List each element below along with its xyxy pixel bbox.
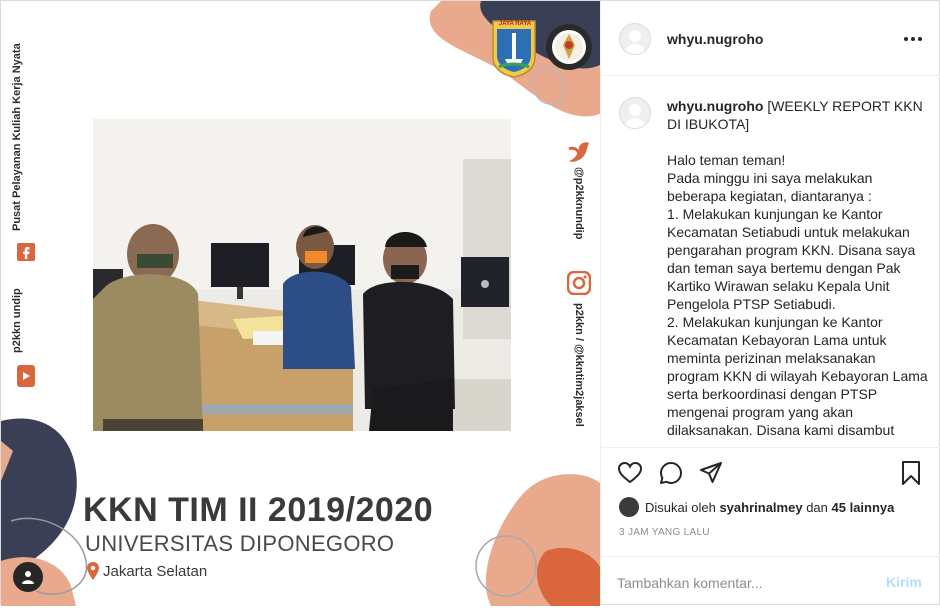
post-sidebar: whyu.nugroho whyu.nugroho [WEEKLY REPORT… (601, 1, 940, 606)
add-comment-bar: Kirim (601, 556, 940, 608)
decorative-blob-small-left (1, 441, 13, 481)
instagram-icon (567, 271, 591, 295)
logo-caption: JAYA RAYA (498, 21, 532, 27)
post-title: KKN TIM II 2019/2020 (83, 491, 434, 529)
share-button[interactable] (698, 460, 724, 486)
caption-body: Halo teman teman! Pada minggu ini saya m… (667, 152, 928, 438)
facebook-icon (17, 243, 35, 261)
post-location: Jakarta Selatan (103, 563, 208, 580)
bookmark-icon (902, 461, 920, 485)
youtube-icon (17, 365, 35, 387)
jakarta-logo-icon (492, 20, 536, 78)
decorative-blob-bottom-right (475, 474, 600, 606)
user-tags-button[interactable] (13, 562, 43, 592)
post-header: whyu.nugroho (601, 1, 940, 76)
post-actions: Disukai oleh syahrinalmey dan 45 lainnya… (601, 447, 940, 607)
caption-avatar[interactable] (619, 97, 651, 129)
post-photo (93, 119, 511, 431)
likes-prefix: Disukai oleh (645, 499, 716, 515)
more-options-button[interactable] (901, 29, 925, 49)
likes-conjunction: dan (806, 499, 828, 515)
user-tag-icon (22, 571, 34, 584)
avatar[interactable] (619, 23, 651, 55)
share-icon (700, 462, 722, 483)
location-pin-icon (87, 562, 99, 580)
caption: whyu.nugroho [WEEKLY REPORT KKN DI IBUKO… (667, 97, 929, 439)
more-icon (904, 37, 908, 41)
post-comment-button[interactable]: Kirim (886, 574, 922, 590)
twitter-icon (568, 142, 589, 162)
comments-area[interactable]: whyu.nugroho [WEEKLY REPORT KKN DI IBUKO… (601, 77, 940, 447)
likes-others-link[interactable]: 45 lainnya (832, 500, 895, 515)
comment-icon (660, 462, 682, 484)
office-scene-illustration (93, 119, 511, 431)
handle-instagram-1: @p2kknundip (573, 167, 585, 240)
header-username[interactable]: whyu.nugroho (667, 31, 763, 47)
org-handle: p2kkn undip (11, 288, 23, 353)
post-image[interactable]: JAYA RAYA Pusat Pelayanan Kuliah Kerja N… (1, 1, 601, 606)
comment-input[interactable] (617, 571, 867, 595)
liker-avatar[interactable] (619, 497, 639, 517)
caption-username[interactable]: whyu.nugroho (667, 98, 763, 114)
undip-logo-icon (546, 24, 592, 70)
handle-instagram-2: p2kkn / @kkntim2jaksel (573, 303, 585, 427)
comment-button[interactable] (658, 460, 684, 486)
post-dialog: JAYA RAYA Pusat Pelayanan Kuliah Kerja N… (0, 0, 940, 606)
heart-icon (617, 461, 643, 484)
right-vertical-strip: @p2kknundip p2kkn / @kkntim2jaksel (561, 131, 600, 461)
left-vertical-strip: Pusat Pelayanan Kuliah Kerja Nyata p2kkn… (9, 31, 45, 391)
post-timestamp[interactable]: 3 JAM YANG LALU (619, 527, 710, 538)
post-subtitle: UNIVERSITAS DIPONEGORO (85, 531, 395, 556)
likes-summary: Disukai oleh syahrinalmey dan 45 lainnya (619, 496, 894, 518)
save-button[interactable] (898, 460, 924, 486)
like-button[interactable] (617, 460, 643, 486)
org-name: Pusat Pelayanan Kuliah Kerja Nyata (11, 43, 23, 231)
liker-username[interactable]: syahrinalmey (719, 500, 802, 515)
